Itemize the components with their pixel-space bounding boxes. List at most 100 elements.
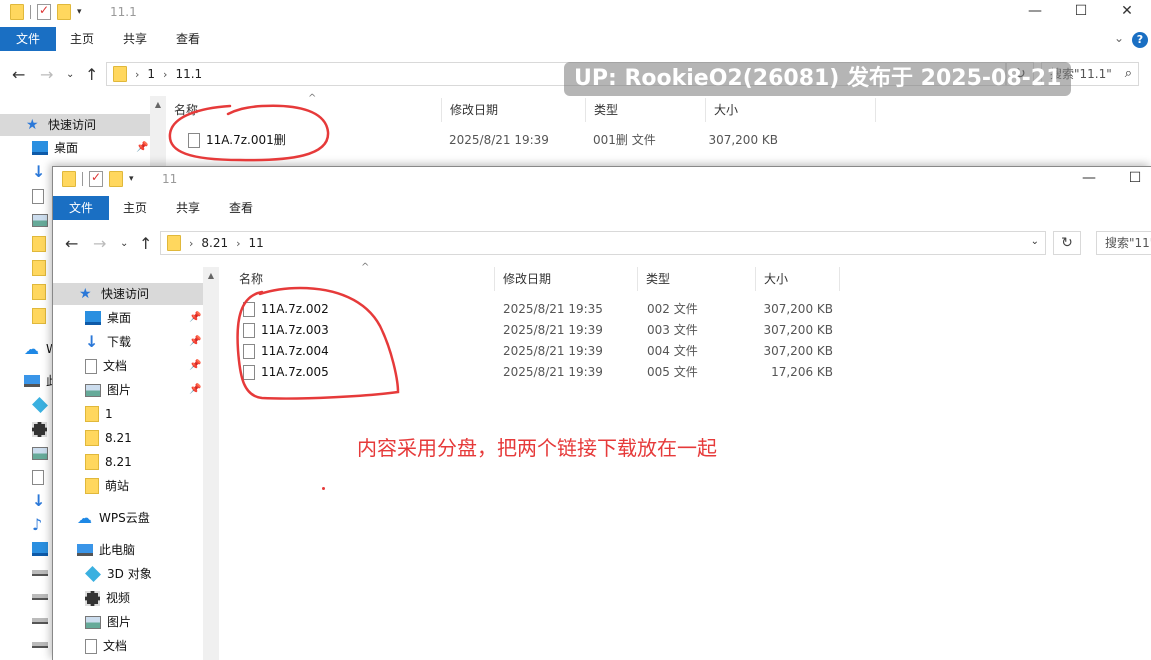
new-folder-icon[interactable] (57, 4, 71, 20)
sidebar-item-downloads[interactable]: ↓ (0, 490, 54, 512)
minimize-button[interactable]: — (1012, 0, 1058, 24)
breadcrumb-item[interactable]: 1 (147, 67, 155, 81)
sidebar-item-folder[interactable] (0, 257, 52, 279)
new-folder-icon[interactable] (109, 171, 123, 187)
sidebar-item-folder[interactable] (0, 233, 52, 255)
sidebar-item-documents[interactable]: 文档 (53, 355, 127, 377)
breadcrumb-item[interactable]: 11.1 (175, 67, 202, 81)
sidebar-item-pictures[interactable]: 图片 (53, 379, 131, 401)
file-row[interactable]: 11A.7z.003 2025/8/21 19:39 003 文件 307,20… (231, 320, 851, 341)
sidebar-item-drive[interactable] (0, 562, 54, 584)
sidebar-item-folder-8-21[interactable]: 8.21 (53, 427, 132, 449)
sidebar-item-folder-1[interactable]: 1 (53, 403, 113, 425)
sidebar-item-wps-cloud[interactable]: ☁ WPS云盘 (53, 507, 150, 529)
column-header-size[interactable]: 大小 (706, 98, 876, 122)
sidebar-item-3d-objects[interactable]: 3D 对象 (53, 563, 152, 585)
sidebar-item-pictures[interactable] (0, 442, 54, 464)
sidebar-item-downloads[interactable]: ↓ (0, 161, 54, 183)
column-header-name[interactable]: 名称 (166, 98, 442, 122)
column-header-name[interactable]: 名称 (231, 267, 495, 291)
sidebar-item-documents[interactable]: 文档 (53, 635, 127, 657)
close-button[interactable]: ✕ (1104, 0, 1150, 24)
sidebar-item-documents[interactable] (0, 185, 50, 207)
sidebar-item-drive[interactable] (0, 610, 54, 632)
tab-view[interactable]: 查看 (217, 196, 265, 220)
pin-icon: 📌 (189, 384, 202, 395)
scroll-up-icon[interactable]: ▲ (203, 271, 219, 280)
sidebar-item-drive[interactable] (0, 634, 54, 656)
maximize-button[interactable]: ☐ (1058, 0, 1104, 24)
properties-icon[interactable] (89, 170, 103, 187)
tab-file[interactable]: 文件 (53, 196, 109, 220)
recent-locations-icon[interactable]: ⌄ (66, 69, 74, 80)
sidebar-item-folder[interactable] (0, 281, 52, 303)
forward-arrow-icon[interactable]: → (93, 234, 106, 253)
tab-home[interactable]: 主页 (58, 27, 106, 51)
column-header-type[interactable]: 类型 (586, 98, 706, 122)
customize-dropdown-icon[interactable]: ▾ (77, 7, 82, 17)
tab-share[interactable]: 共享 (111, 27, 159, 51)
file-icon (243, 344, 255, 359)
help-button[interactable]: ? (1132, 32, 1148, 48)
back-arrow-icon[interactable]: ← (65, 234, 78, 253)
file-name: 11A.7z.005 (261, 365, 329, 379)
sidebar-item-pictures[interactable] (0, 209, 54, 231)
breadcrumb-item[interactable]: 8.21 (201, 236, 228, 250)
sidebar-item-this-pc[interactable]: 此 (0, 370, 58, 392)
sidebar-item-folder[interactable] (0, 305, 52, 327)
sidebar-scrollbar[interactable]: ▲ (203, 267, 219, 660)
column-header-type[interactable]: 类型 (638, 267, 756, 291)
customize-dropdown-icon[interactable]: ▾ (129, 174, 134, 184)
sidebar-item-desktop[interactable]: 桌面 (53, 307, 131, 329)
file-row[interactable]: 11A.7z.004 2025/8/21 19:39 004 文件 307,20… (231, 341, 851, 362)
minimize-button[interactable]: — (1066, 167, 1112, 191)
tab-file[interactable]: 文件 (0, 27, 56, 51)
ribbon-expand-icon[interactable]: ⌄ (1114, 31, 1124, 45)
file-row[interactable]: 11A.7z.001删 2025/8/21 19:39 001删 文件 307,… (166, 130, 786, 151)
tab-view[interactable]: 查看 (164, 27, 212, 51)
forward-arrow-icon[interactable]: → (40, 65, 53, 84)
sidebar-item-quick-access[interactable]: ★ 快速访问 (53, 283, 203, 305)
sidebar-item-quick-access[interactable]: ★ 快速访问 (0, 114, 150, 136)
folder-icon[interactable] (10, 4, 24, 20)
sidebar-item-videos[interactable]: 视频 (53, 587, 130, 609)
column-header-date[interactable]: 修改日期 (442, 98, 586, 122)
tab-share[interactable]: 共享 (164, 196, 212, 220)
scroll-up-icon[interactable]: ▲ (150, 100, 166, 109)
maximize-button[interactable]: ☐ (1112, 167, 1151, 191)
folder-icon (32, 308, 46, 324)
sidebar-item-this-pc[interactable]: 此电脑 (53, 539, 135, 561)
pin-icon: 📌 (189, 336, 202, 347)
navigation-bar: ← → ⌄ ↑ › 8.21 › 11 ⌄ ↻ 搜索"11" (53, 226, 1151, 260)
recent-locations-icon[interactable]: ⌄ (120, 238, 128, 249)
sidebar-item-documents[interactable] (0, 466, 50, 488)
folder-icon[interactable] (62, 171, 76, 187)
column-header-date[interactable]: 修改日期 (495, 267, 638, 291)
back-arrow-icon[interactable]: ← (12, 65, 25, 84)
properties-icon[interactable] (37, 3, 51, 20)
sidebar-item-downloads[interactable]: ↓ 下载 (53, 331, 131, 353)
address-dropdown-icon[interactable]: ⌄ (1031, 236, 1039, 247)
sidebar-item-videos[interactable] (0, 418, 53, 440)
sidebar-item-wps[interactable]: ☁ W (0, 338, 58, 360)
column-header-size[interactable]: 大小 (756, 267, 840, 291)
file-row[interactable]: 11A.7z.005 2025/8/21 19:39 005 文件 17,206… (231, 362, 851, 383)
address-bar[interactable]: › 8.21 › 11 ⌄ (160, 231, 1046, 255)
sidebar-item-desktop[interactable] (0, 538, 54, 560)
sidebar-item-pictures[interactable]: 图片 (53, 611, 131, 633)
sidebar-item-drive[interactable] (0, 586, 54, 608)
computer-icon (24, 375, 40, 387)
breadcrumb-item[interactable]: 11 (249, 236, 264, 250)
up-arrow-icon[interactable]: ↑ (85, 65, 98, 84)
file-row[interactable]: 11A.7z.002 2025/8/21 19:35 002 文件 307,20… (231, 299, 851, 320)
sidebar-item-music[interactable]: ♪ (0, 514, 54, 536)
refresh-button[interactable]: ↻ (1053, 231, 1081, 255)
up-arrow-icon[interactable]: ↑ (139, 234, 152, 253)
sidebar-item-desktop[interactable]: 桌面 (0, 137, 150, 159)
sidebar-item-folder-mengzhan[interactable]: 萌站 (53, 475, 129, 497)
folder-icon (167, 235, 181, 251)
sidebar-item-folder-8-21[interactable]: 8.21 (53, 451, 132, 473)
search-box[interactable]: 搜索"11" (1096, 231, 1151, 255)
tab-home[interactable]: 主页 (111, 196, 159, 220)
sidebar-item-3d[interactable] (0, 394, 54, 416)
